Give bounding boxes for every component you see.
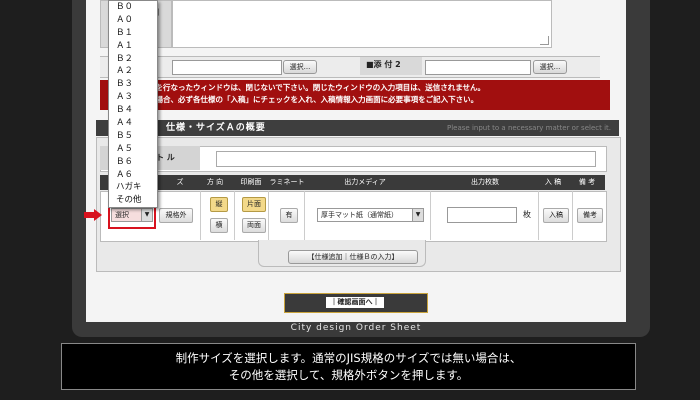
dropdown-option[interactable]: Ｂ５: [109, 130, 157, 143]
header-direction: 方 向: [206, 178, 224, 186]
spec-section-title: 仕様・サイズＡの概要: [166, 123, 266, 133]
spec-section-header: 仕様・サイズＡの概要 Please input to a necessary m…: [96, 120, 619, 136]
warning-line-2: の場合、必ず各仕様の「入稿」にチェックを入れ、入稿情報入力画面に必要事項をご記入…: [148, 95, 479, 104]
nonstandard-button[interactable]: 規格外: [159, 208, 193, 223]
column-divider: [268, 191, 269, 240]
dropdown-option[interactable]: Ａ４: [109, 117, 157, 130]
header-print-side: 印刷面: [240, 178, 262, 186]
dropdown-option[interactable]: Ａ３: [109, 91, 157, 104]
attach-1-browse-button[interactable]: 選択...: [283, 60, 317, 74]
print-double-button[interactable]: 両面: [242, 218, 266, 233]
add-spec-button[interactable]: 【仕様追加｜仕様Ｂの入力】: [288, 250, 418, 264]
instruction-caption: 制作サイズを選択します。通常のJIS規格のサイズでは無い場合は、 その他を選択し…: [61, 343, 636, 390]
dropdown-option[interactable]: Ｂ０: [109, 1, 157, 14]
title-input[interactable]: [216, 151, 596, 167]
resize-grip-icon[interactable]: [540, 36, 549, 45]
header-submit: 入 稿: [544, 178, 562, 186]
dropdown-option[interactable]: Ｂ３: [109, 78, 157, 91]
notes-button[interactable]: 備考: [577, 208, 603, 223]
size-select-highlight: [108, 205, 156, 229]
column-divider: [538, 191, 539, 240]
column-divider: [572, 191, 573, 240]
attach-2-field[interactable]: [425, 60, 531, 75]
attach-2-browse-button[interactable]: 選択...: [533, 60, 567, 74]
dropdown-option[interactable]: Ａ５: [109, 143, 157, 156]
column-divider: [304, 191, 305, 240]
header-media: 出力メディア: [344, 178, 386, 186]
column-divider: [200, 191, 201, 240]
submit-button[interactable]: 入稿: [543, 208, 569, 223]
title-label: ト ル: [156, 153, 175, 162]
media-select-value: 厚手マット紙（通常紙）: [321, 211, 398, 219]
dropdown-option[interactable]: Ａ０: [109, 14, 157, 27]
warning-banner: 力を行なったウィンドウは、閉じないで下さい。閉じたウィンドウの入力項目は、送信さ…: [100, 80, 610, 110]
dropdown-option[interactable]: Ｂ１: [109, 27, 157, 40]
dropdown-option[interactable]: Ｂ６: [109, 156, 157, 169]
warning-line-1: 力を行なったウィンドウは、閉じないで下さい。閉じたウィンドウの入力項目は、送信さ…: [148, 83, 486, 92]
dropdown-option[interactable]: Ａ６: [109, 169, 157, 182]
confirm-button[interactable]: ｜確認画面へ｜: [284, 293, 428, 313]
spec-table-header: ズ 方 向 印刷面 ラミネート 出力メディア 出力枚数 入 稿 備 考: [100, 175, 605, 190]
dropdown-option[interactable]: その他: [109, 194, 157, 207]
notes-textarea[interactable]: [172, 0, 552, 48]
dropdown-option[interactable]: ハガキ: [109, 181, 157, 194]
header-size: ズ: [176, 178, 184, 186]
dropdown-option[interactable]: Ｂ２: [109, 53, 157, 66]
header-notes: 備 考: [578, 178, 596, 186]
count-unit: 枚: [523, 210, 531, 219]
dropdown-option[interactable]: Ａ１: [109, 40, 157, 53]
attach-1-field[interactable]: [172, 60, 282, 75]
footer-title: City design Order Sheet: [290, 323, 422, 333]
spec-section-hint: Please input to a necessary matter or se…: [447, 124, 611, 132]
confirm-button-label: ｜確認画面へ｜: [326, 297, 384, 308]
dropdown-option[interactable]: Ａ２: [109, 65, 157, 78]
header-laminate: ラミネート: [269, 178, 305, 186]
laminate-button[interactable]: 有: [280, 208, 298, 223]
print-single-button[interactable]: 片面: [242, 197, 266, 212]
direction-landscape-button[interactable]: 横: [210, 218, 228, 233]
dropdown-option[interactable]: Ｂ４: [109, 104, 157, 117]
column-divider: [430, 191, 431, 240]
column-divider: [234, 191, 235, 240]
direction-portrait-button[interactable]: 縦: [210, 197, 228, 212]
count-input[interactable]: [447, 207, 517, 223]
media-select[interactable]: 厚手マット紙（通常紙） ▼: [317, 208, 424, 222]
caption-line-1: 制作サイズを選択します。通常のJIS規格のサイズでは無い場合は、: [175, 351, 522, 365]
size-dropdown-list[interactable]: Ｂ０ Ａ０ Ｂ１ Ａ１ Ｂ２ Ａ２ Ｂ３ Ａ３ Ｂ４ Ａ４ Ｂ５ Ａ５ Ｂ６ Ａ…: [108, 0, 158, 208]
chevron-down-icon: ▼: [412, 209, 423, 221]
caption-line-2: その他を選択して、規格外ボタンを押します。: [228, 368, 469, 382]
attach-2-label: ■添 付 2: [366, 60, 401, 69]
header-count: 出力枚数: [471, 178, 499, 186]
